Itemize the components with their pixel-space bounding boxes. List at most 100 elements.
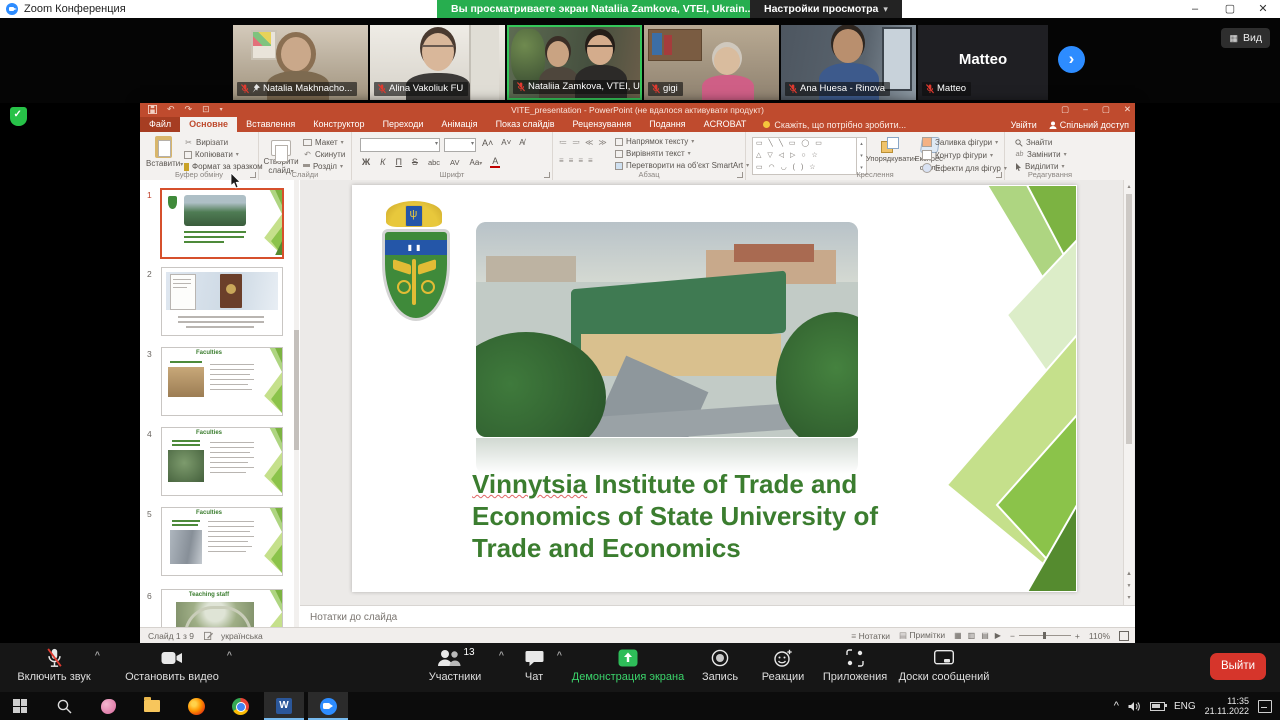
slide-thumbnail-1[interactable] bbox=[160, 188, 284, 259]
sign-in-link[interactable]: Увійти bbox=[1011, 120, 1037, 130]
slide-thumbnail-3[interactable]: Faculties bbox=[161, 347, 283, 416]
smartart-button[interactable]: Перетворити на об'єкт SmartArt▾ bbox=[615, 161, 749, 170]
replace-button[interactable]: abЗамінити▾ bbox=[1015, 150, 1067, 159]
share-screen-button[interactable]: Демонстрация экрана bbox=[570, 647, 686, 689]
dialog-launcher-icon[interactable] bbox=[737, 172, 743, 178]
align-center-icon[interactable]: ≡ bbox=[569, 156, 574, 165]
reactions-button[interactable]: Реакции bbox=[752, 647, 814, 689]
participants-options-chevron[interactable]: ^ bbox=[499, 650, 504, 660]
find-button[interactable]: Знайти bbox=[1015, 138, 1067, 147]
italic-button[interactable]: К bbox=[378, 157, 387, 167]
speaker-icon[interactable] bbox=[1128, 701, 1141, 712]
previous-slide-button[interactable]: ▲ bbox=[1124, 569, 1134, 579]
record-button[interactable]: Запись bbox=[692, 647, 748, 689]
start-button[interactable] bbox=[0, 692, 40, 720]
clear-formatting-button[interactable]: A̸ bbox=[517, 138, 526, 148]
ppt-restore-button[interactable]: ▢ bbox=[1102, 104, 1110, 115]
reading-view-icon[interactable]: ▤ bbox=[981, 631, 989, 640]
scroll-down-icon[interactable]: ▾ bbox=[1124, 593, 1134, 603]
zoom-percentage[interactable]: 110% bbox=[1089, 631, 1110, 641]
shape-fill-button[interactable]: Заливка фігури▾ bbox=[922, 137, 1007, 147]
tab-design[interactable]: Конструктор bbox=[304, 117, 373, 132]
numbering-icon[interactable]: ≕ bbox=[572, 138, 580, 147]
dialog-launcher-icon[interactable] bbox=[544, 172, 550, 178]
cut-button[interactable]: ✂Вирізати bbox=[184, 138, 263, 147]
tab-review[interactable]: Рецензування bbox=[564, 117, 641, 132]
view-layout-button[interactable]: ▦ Вид bbox=[1221, 28, 1270, 48]
zoom-out-icon[interactable]: − bbox=[1010, 631, 1015, 641]
ribbon-display-options-icon[interactable]: ▢ bbox=[1061, 104, 1069, 115]
video-options-chevron[interactable]: ^ bbox=[227, 650, 232, 660]
paste-button[interactable]: Вставити▾ bbox=[146, 136, 180, 168]
antivirus-shield-icon[interactable] bbox=[10, 107, 27, 126]
tab-transitions[interactable]: Переходи bbox=[374, 117, 433, 132]
font-color-button[interactable]: A bbox=[490, 156, 500, 168]
fit-slide-to-window-icon[interactable] bbox=[1119, 631, 1129, 641]
character-spacing-button[interactable]: AV bbox=[448, 158, 461, 167]
tab-acrobat[interactable]: ACROBAT bbox=[695, 117, 756, 132]
next-slide-button[interactable]: ▼ bbox=[1124, 581, 1134, 591]
next-participants-page-button[interactable]: › bbox=[1058, 46, 1085, 73]
zoom-slider[interactable]: − + bbox=[1010, 631, 1080, 641]
align-left-icon[interactable]: ≡ bbox=[559, 156, 564, 165]
file-explorer-button[interactable] bbox=[132, 692, 172, 720]
firefox-button[interactable] bbox=[176, 692, 216, 720]
decrease-indent-icon[interactable]: ≪ bbox=[585, 138, 593, 147]
reset-button[interactable]: ↶Скинути bbox=[303, 150, 345, 159]
tab-file[interactable]: Файл bbox=[140, 117, 180, 132]
participant-tile[interactable]: Natalia Makhnacho... bbox=[233, 25, 368, 100]
leave-meeting-button[interactable]: Выйти bbox=[1210, 653, 1266, 680]
justify-icon[interactable]: ≡ bbox=[588, 156, 593, 165]
copy-button[interactable]: Копіювати▾ bbox=[184, 150, 263, 159]
participant-tile[interactable]: Alina Vakoliuk FU bbox=[370, 25, 505, 100]
close-button[interactable]: ✕ bbox=[1248, 0, 1278, 18]
zoom-app-button[interactable] bbox=[308, 692, 348, 720]
chat-options-chevron[interactable]: ^ bbox=[557, 650, 562, 660]
participants-button[interactable]: 13 Участники ^ bbox=[406, 647, 504, 689]
slide-vertical-scrollbar[interactable]: ▴ ▲ ▼ ▾ bbox=[1123, 180, 1134, 605]
align-text-button[interactable]: Вирівняти текст▾ bbox=[615, 149, 749, 158]
share-button[interactable]: Спільний доступ bbox=[1049, 120, 1129, 130]
slide-thumbnail-6[interactable]: Teaching staff bbox=[161, 589, 283, 628]
taskbar-search-button[interactable] bbox=[44, 692, 84, 720]
word-button[interactable]: W bbox=[264, 692, 304, 720]
accessibility-check-icon[interactable] bbox=[204, 631, 213, 640]
mic-options-chevron[interactable]: ^ bbox=[95, 650, 100, 660]
comments-toggle[interactable]: ▤ Примітки bbox=[899, 630, 945, 641]
slide-thumbnail-2[interactable] bbox=[161, 267, 283, 336]
action-center-icon[interactable] bbox=[1258, 700, 1272, 713]
participant-tile[interactable]: gigi bbox=[644, 25, 779, 100]
tab-animations[interactable]: Анімація bbox=[432, 117, 486, 132]
ppt-close-button[interactable]: ✕ bbox=[1124, 104, 1131, 115]
text-direction-button[interactable]: Напрямок тексту▾ bbox=[615, 137, 749, 146]
tab-home[interactable]: Основне bbox=[180, 117, 237, 132]
change-case-button[interactable]: Aa▾ bbox=[467, 158, 484, 167]
thumbnail-scrollbar[interactable] bbox=[294, 180, 299, 628]
minimize-button[interactable]: – bbox=[1180, 0, 1210, 18]
font-size-select[interactable] bbox=[444, 138, 476, 152]
current-slide-canvas[interactable]: ▮▮ Vinnytsia Institute of Trade an bbox=[352, 185, 1077, 592]
zoom-slider-knob[interactable] bbox=[1043, 632, 1046, 639]
slideshow-view-icon[interactable]: ▶ bbox=[995, 631, 1001, 640]
gallery-scroll[interactable]: ▴▾▾ bbox=[856, 138, 866, 174]
language-indicator[interactable]: українська bbox=[221, 631, 263, 641]
shape-outline-button[interactable]: Контур фігури▾ bbox=[922, 150, 1007, 160]
bold-button[interactable]: Ж bbox=[360, 157, 372, 167]
stop-video-button[interactable]: Остановить видео ^ bbox=[108, 647, 236, 689]
dialog-launcher-icon[interactable] bbox=[250, 172, 256, 178]
notes-pane[interactable]: Нотатки до слайда bbox=[300, 605, 1135, 628]
bullets-icon[interactable]: ≔ bbox=[559, 138, 567, 147]
whiteboards-button[interactable]: Доски сообщений bbox=[894, 647, 994, 689]
slide-title-text[interactable]: Vinnytsia Institute of Trade and Economi… bbox=[472, 468, 917, 564]
tell-me-box[interactable]: Скажіть, що потрібно зробити... bbox=[755, 117, 914, 132]
dialog-launcher-icon[interactable] bbox=[996, 172, 1002, 178]
chat-button[interactable]: Чат ^ bbox=[508, 647, 560, 689]
underline-button[interactable]: П bbox=[393, 157, 403, 167]
increase-font-button[interactable]: A˄ bbox=[480, 138, 495, 148]
slide-thumbnail-4[interactable]: Faculties bbox=[161, 427, 283, 496]
language-switcher[interactable]: ENG bbox=[1174, 701, 1196, 712]
tab-insert[interactable]: Вставлення bbox=[237, 117, 304, 132]
participant-tile-video-off[interactable]: Matteo Matteo bbox=[918, 25, 1048, 100]
normal-view-icon[interactable]: ▦ bbox=[954, 631, 962, 640]
font-name-select[interactable] bbox=[360, 138, 440, 152]
